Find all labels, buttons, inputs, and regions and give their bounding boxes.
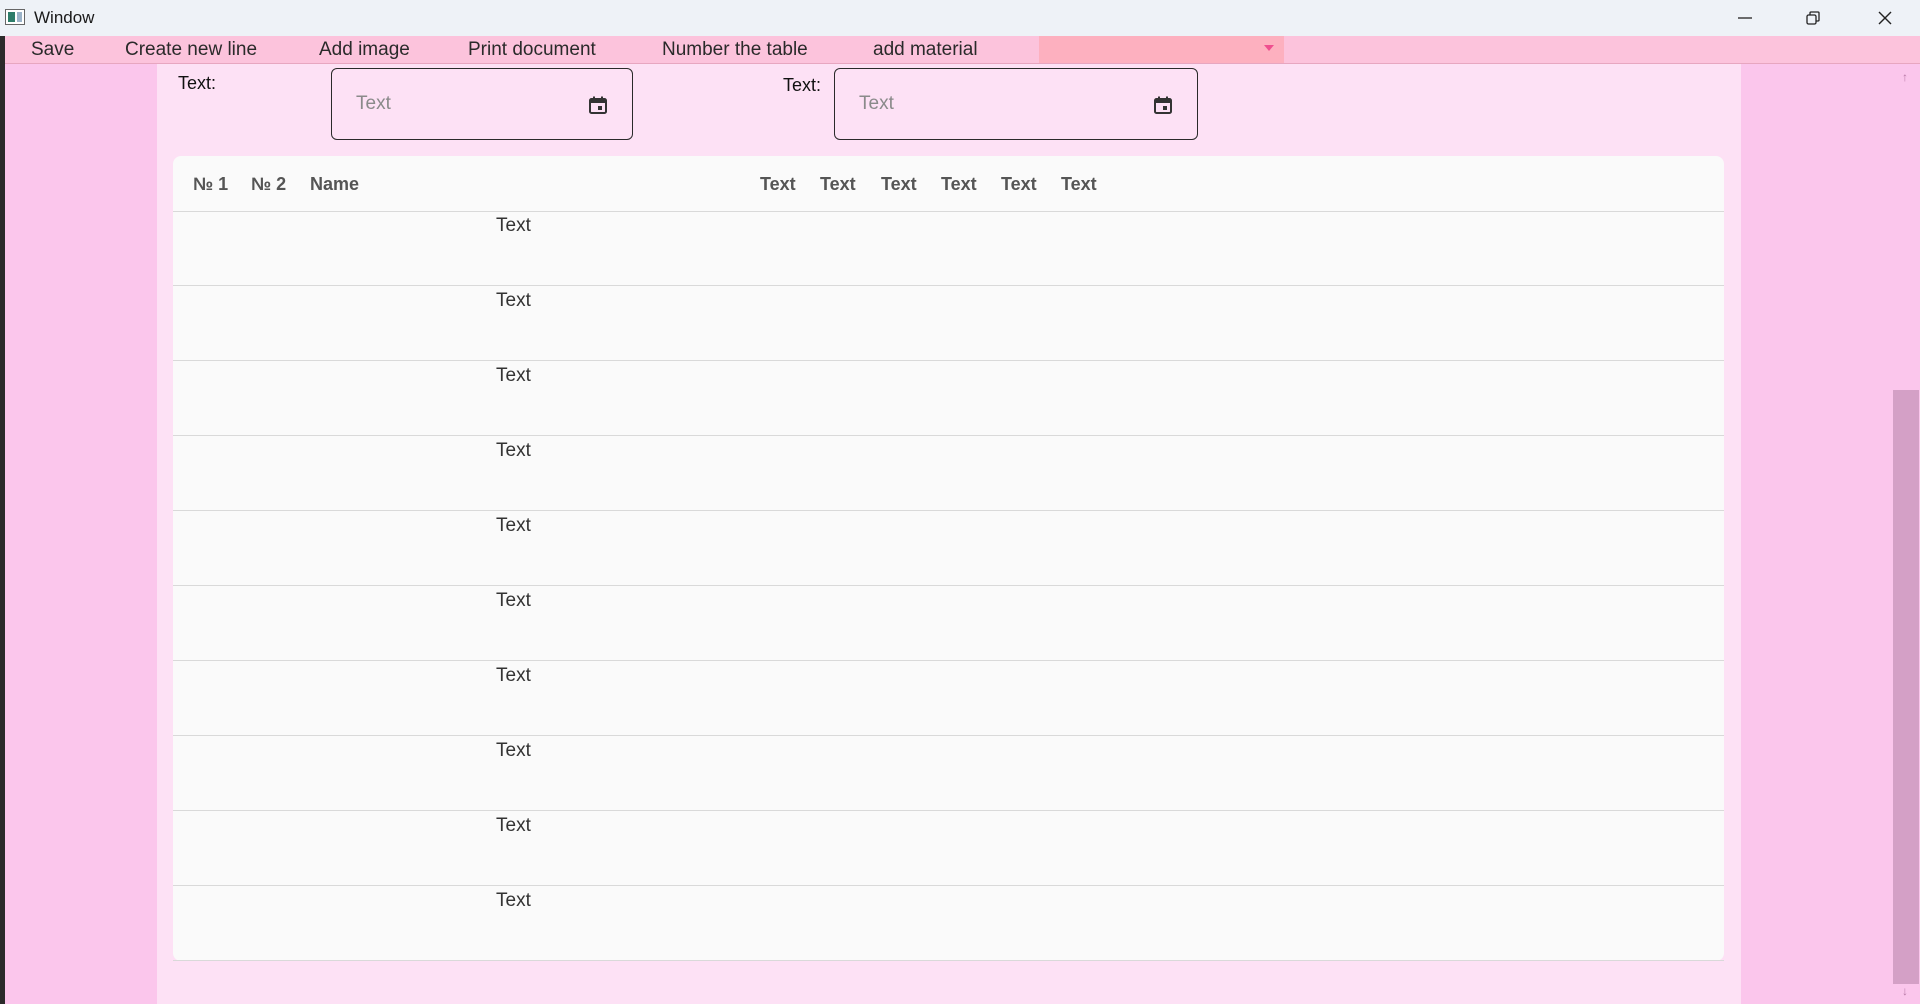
- name-cell: Text: [496, 815, 531, 836]
- name-cell: Text: [496, 590, 531, 611]
- column-header-no1[interactable]: № 1: [193, 174, 228, 195]
- menu-add-image[interactable]: Add image: [319, 39, 410, 61]
- table-row[interactable]: Text: [173, 361, 1724, 436]
- vertical-scrollbar[interactable]: ↑ ↓: [1890, 64, 1920, 1004]
- table-row[interactable]: Text: [173, 811, 1724, 886]
- date-input-1[interactable]: [356, 91, 576, 117]
- menu-bar: Save Create new line Add image Print doc…: [5, 36, 1920, 64]
- menu-number-the-table[interactable]: Number the table: [662, 39, 808, 61]
- scroll-up-arrow-icon[interactable]: ↑: [1898, 70, 1912, 84]
- table-row[interactable]: Text: [173, 886, 1724, 961]
- table-row[interactable]: Text: [173, 211, 1724, 286]
- column-header-text-2[interactable]: Text: [820, 174, 856, 195]
- column-header-name[interactable]: Name: [310, 174, 359, 195]
- minimize-button[interactable]: [1710, 0, 1780, 36]
- app-window-icon: [5, 9, 25, 25]
- main-content: Text: Text: № 1: [157, 64, 1741, 1004]
- date-field-1[interactable]: [331, 68, 633, 140]
- date-input-2[interactable]: [859, 91, 1079, 117]
- name-cell: Text: [496, 515, 531, 536]
- calendar-icon[interactable]: [1153, 95, 1173, 115]
- application-window: Window Save Create new line Add image Pr…: [0, 0, 1920, 1004]
- column-header-text-5[interactable]: Text: [1001, 174, 1037, 195]
- table-row[interactable]: Text: [173, 736, 1724, 811]
- name-cell: Text: [496, 665, 531, 686]
- name-cell: Text: [496, 440, 531, 461]
- table-header: № 1 № 2 Name Text Text Text Text Text Te…: [173, 156, 1724, 212]
- column-header-text-6[interactable]: Text: [1061, 174, 1097, 195]
- name-cell: Text: [496, 290, 531, 311]
- name-cell: Text: [496, 365, 531, 386]
- close-button[interactable]: [1850, 0, 1920, 36]
- column-header-text-3[interactable]: Text: [881, 174, 917, 195]
- data-table: № 1 № 2 Name Text Text Text Text Text Te…: [173, 156, 1724, 961]
- table-row[interactable]: Text: [173, 286, 1724, 361]
- name-cell: Text: [496, 740, 531, 761]
- column-header-text-1[interactable]: Text: [760, 174, 796, 195]
- table-row[interactable]: Text: [173, 511, 1724, 586]
- name-cell: Text: [496, 890, 531, 911]
- column-header-no2[interactable]: № 2: [251, 174, 286, 195]
- date-field-1-label: Text:: [178, 73, 217, 93]
- material-combo-box[interactable]: [1039, 36, 1284, 63]
- menu-save[interactable]: Save: [31, 39, 74, 61]
- date-field-2-label: Text:: [783, 75, 822, 95]
- scroll-down-arrow-icon[interactable]: ↓: [1898, 984, 1912, 998]
- column-header-text-4[interactable]: Text: [941, 174, 977, 195]
- minimize-icon: [1738, 17, 1752, 19]
- window-title: Window: [34, 8, 95, 27]
- table-row[interactable]: Text: [173, 586, 1724, 661]
- menu-print-document[interactable]: Print document: [468, 39, 596, 61]
- menu-add-material[interactable]: add material: [873, 39, 978, 61]
- date-field-2[interactable]: [834, 68, 1198, 140]
- table-row[interactable]: Text: [173, 436, 1724, 511]
- name-cell: Text: [496, 215, 531, 236]
- scrollbar-thumb[interactable]: [1893, 390, 1919, 984]
- table-row[interactable]: Text: [173, 661, 1724, 736]
- window-left-edge: [0, 36, 5, 1004]
- close-icon: [1878, 11, 1892, 25]
- title-bar[interactable]: Window: [0, 0, 1920, 36]
- chevron-down-icon[interactable]: [1264, 45, 1274, 51]
- restore-button[interactable]: [1778, 0, 1848, 36]
- calendar-icon[interactable]: [588, 95, 608, 115]
- restore-icon: [1806, 11, 1820, 25]
- menu-create-new-line[interactable]: Create new line: [125, 39, 257, 61]
